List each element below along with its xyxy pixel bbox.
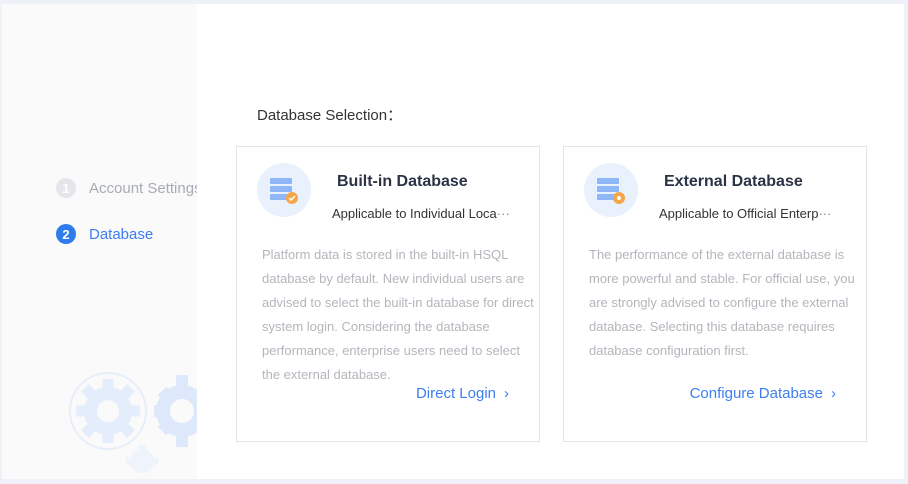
card-title: Built-in Database bbox=[337, 173, 468, 190]
configure-database-link[interactable]: Configure Database › bbox=[690, 385, 836, 402]
step-label: Account Settings bbox=[89, 179, 197, 197]
step-account-settings[interactable]: 1 Account Settings bbox=[56, 178, 197, 198]
link-label: Direct Login bbox=[415, 385, 496, 402]
card-external-database[interactable]: External Database Applicable to Official… bbox=[563, 146, 867, 442]
card-title: External Database bbox=[664, 173, 803, 190]
step-number: 1 bbox=[56, 178, 76, 198]
step-number: 2 bbox=[56, 224, 76, 244]
card-built-in-database[interactable]: Built-in Database Applicable to Individu… bbox=[236, 146, 540, 442]
chevron-right-icon: › bbox=[831, 385, 836, 402]
gears-illustration-icon bbox=[69, 372, 197, 473]
link-label: Configure Database bbox=[689, 385, 823, 402]
setup-wizard: 1 Account Settings 2 Database Database Sel… bbox=[2, 4, 904, 479]
step-database[interactable]: 2 Database bbox=[56, 224, 153, 244]
database-check-icon bbox=[257, 163, 311, 217]
card-description: Platform data is stored in the built-in … bbox=[262, 247, 534, 382]
steps-sidebar: 1 Account Settings 2 Database bbox=[2, 4, 197, 479]
chevron-right-icon: › bbox=[504, 385, 509, 402]
card-subtitle: Applicable to Official Enterp··· bbox=[659, 206, 832, 221]
database-gear-icon bbox=[584, 163, 638, 217]
section-title: Database Selection： bbox=[257, 107, 403, 124]
card-subtitle: Applicable to Individual Loca··· bbox=[332, 206, 510, 221]
direct-login-link[interactable]: Direct Login › bbox=[416, 385, 509, 402]
card-description: The performance of the external database… bbox=[589, 247, 855, 358]
step-label: Database bbox=[89, 225, 154, 243]
